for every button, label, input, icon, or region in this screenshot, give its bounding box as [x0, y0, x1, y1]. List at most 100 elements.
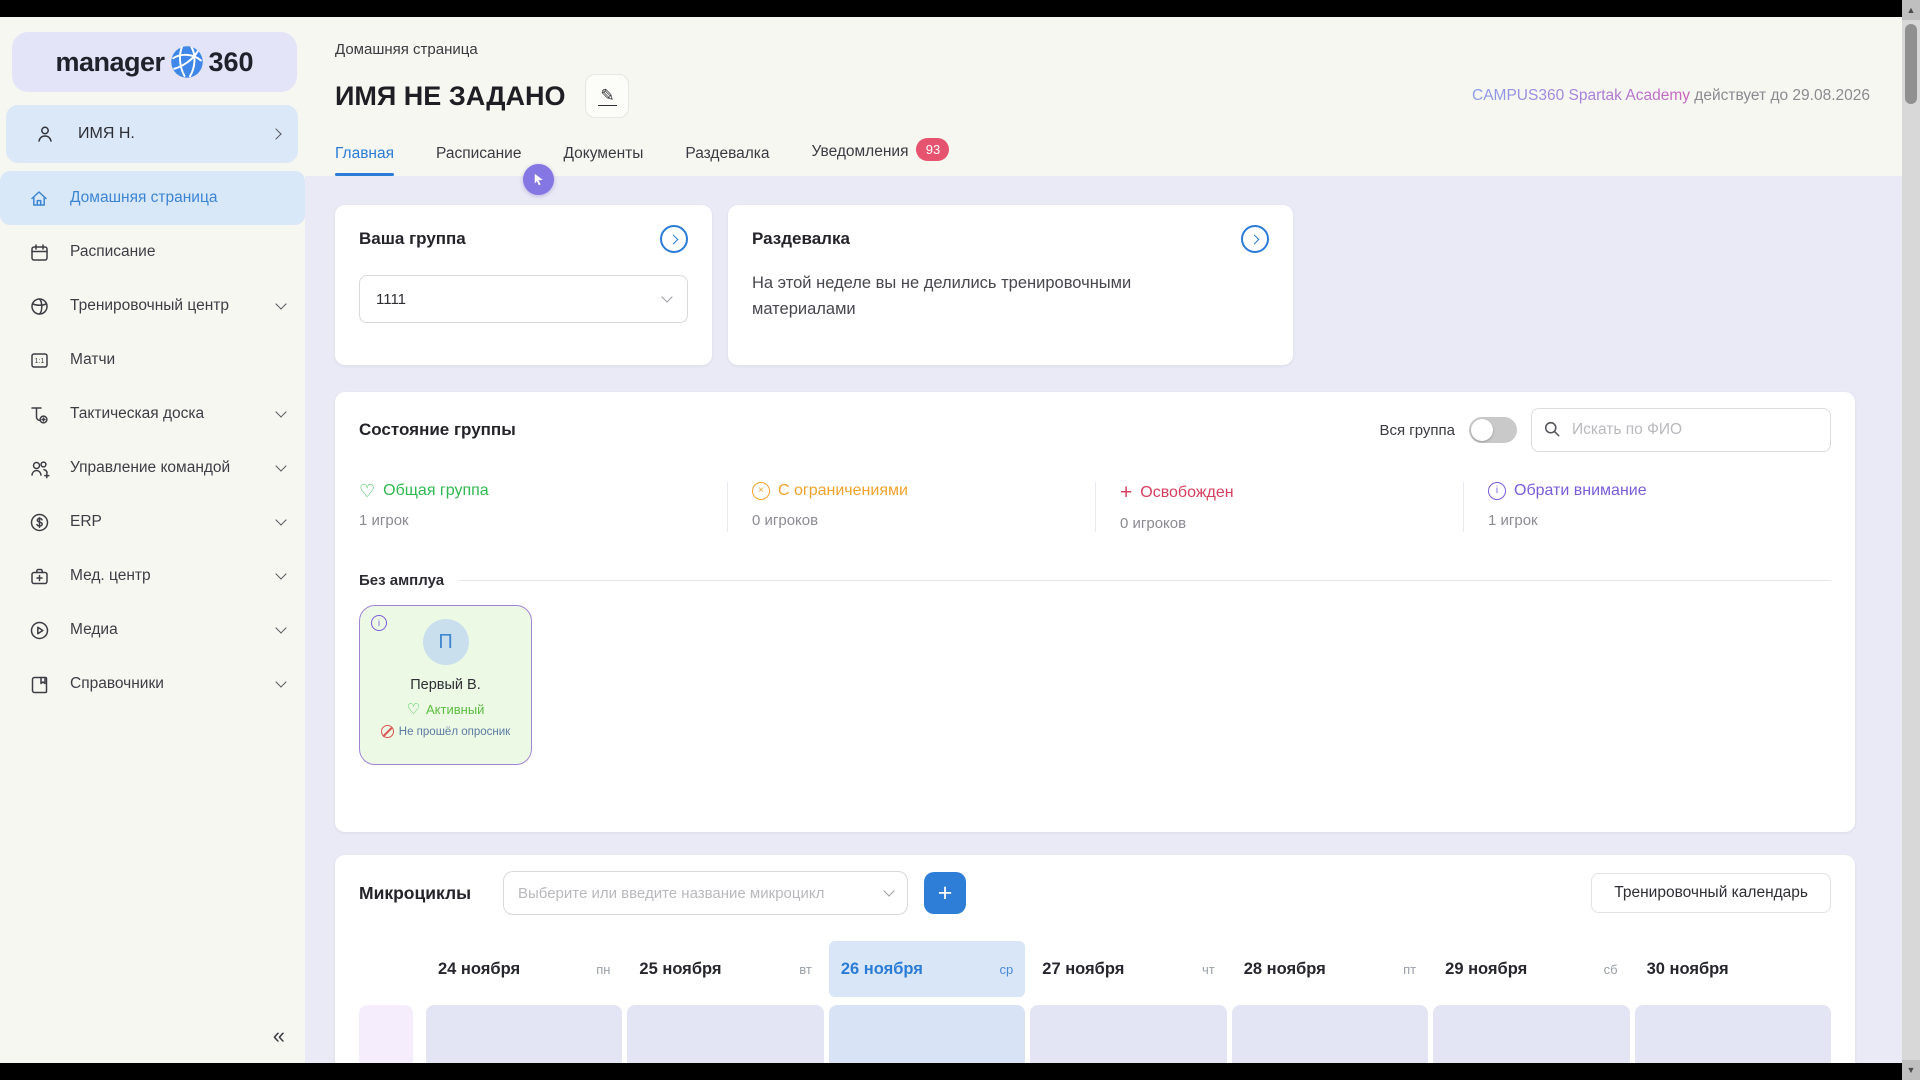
scroll-down-button[interactable]: ▼	[1902, 1060, 1920, 1080]
sidebar-item-home[interactable]: Домашняя страница	[0, 171, 305, 225]
day-cell[interactable]	[1232, 1005, 1428, 1063]
tab-notifications[interactable]: Уведомления 93	[812, 140, 950, 176]
sidebar-item-directories[interactable]: Справочники	[0, 657, 305, 711]
sidebar-item-media[interactable]: Медиа	[0, 603, 305, 657]
logo-text-360: 360	[209, 47, 254, 78]
page-title: ИМЯ НЕ ЗАДАНО	[335, 81, 565, 112]
day-header-today[interactable]: 26 ноябряср	[829, 941, 1025, 997]
day-header[interactable]: 29 ноябрясб	[1433, 941, 1629, 997]
open-locker-room-button[interactable]	[1241, 225, 1269, 253]
toggle-knob	[1471, 419, 1493, 441]
notifications-count-badge: 93	[916, 138, 949, 161]
add-microcycle-button[interactable]: +	[924, 872, 966, 914]
heart-icon: ♡	[407, 702, 420, 717]
group-select[interactable]: 1111	[359, 275, 688, 323]
microcycle-select[interactable]: Выберите или введите название микроцикл	[503, 871, 908, 915]
microcycles-title: Микроциклы	[359, 883, 495, 904]
sidebar-user-profile[interactable]: ИМЯ Н.	[6, 105, 298, 163]
your-group-card: Ваша группа 1111	[335, 205, 712, 365]
no-role-section-header: Без амплуа	[359, 572, 1831, 589]
chevron-down-icon	[661, 291, 672, 302]
status-label: С ограничениями	[778, 482, 908, 500]
status-label: Обрати внимание	[1514, 482, 1647, 500]
sidebar-item-label: Расписание	[70, 243, 285, 261]
heart-icon: ♡	[359, 482, 375, 500]
day-cell[interactable]	[627, 1005, 823, 1063]
sidebar-item-label: Управление командой	[70, 459, 257, 477]
tab-documents[interactable]: Документы	[563, 145, 643, 176]
sidebar-item-label: Справочники	[70, 675, 257, 693]
remote-cursor-indicator	[523, 164, 554, 195]
day-header[interactable]: 27 ноябрячт	[1030, 941, 1226, 997]
group-select-value: 1111	[376, 291, 406, 308]
training-calendar-button[interactable]: Тренировочный календарь	[1591, 873, 1831, 913]
prohibited-icon	[381, 725, 394, 738]
sidebar-item-label: Тренировочный центр	[70, 297, 257, 315]
main-header: Домашняя страница ИМЯ НЕ ЗАДАНО ✎ CAMPUS…	[305, 17, 1902, 176]
sidebar-item-med-center[interactable]: Мед. центр	[0, 549, 305, 603]
day-cell[interactable]	[426, 1005, 622, 1063]
day-header[interactable]: 28 ноябряпт	[1232, 941, 1428, 997]
chevron-down-icon	[275, 622, 286, 633]
group-state-card: Состояние группы Вся группа ♡Об	[335, 392, 1855, 832]
scrollbar-thumb[interactable]	[1905, 24, 1917, 104]
chevron-right-icon	[270, 128, 281, 139]
sidebar-item-team-management[interactable]: Управление командой	[0, 441, 305, 495]
scroll-up-button[interactable]: ▲	[1902, 0, 1920, 20]
search-by-name-input[interactable]	[1531, 408, 1831, 452]
group-state-title: Состояние группы	[359, 420, 516, 440]
day-cell-today[interactable]	[829, 1005, 1025, 1063]
chevron-down-icon	[883, 885, 894, 896]
calendar-icon	[28, 241, 50, 263]
week-header-row: 24 ноябряпн 25 ноябрявт 26 ноябряср 27 н…	[359, 941, 1831, 997]
status-count: 0 игроков	[1120, 515, 1463, 532]
sidebar: manager 360 ИМЯ Н. Домашняя страни	[0, 17, 305, 1063]
sidebar-item-erp[interactable]: ERP	[0, 495, 305, 549]
tab-bar: Главная Расписание Документы Раздевалка …	[335, 140, 1870, 176]
player-avatar: П	[423, 619, 469, 665]
sidebar-item-label: ERP	[70, 513, 257, 531]
day-header[interactable]: 24 ноябряпн	[426, 941, 622, 997]
status-pay-attention: iОбрати внимание 1 игрок	[1463, 482, 1831, 532]
player-card[interactable]: i П Первый В. ♡ Активный Не прошёл опрос…	[359, 605, 532, 765]
sidebar-item-label: Матчи	[70, 351, 285, 369]
status-label: Общая группа	[383, 482, 489, 500]
tab-schedule[interactable]: Расписание	[436, 145, 521, 176]
sidebar-item-matches[interactable]: 1:1 Матчи	[0, 333, 305, 387]
info-icon[interactable]: i	[371, 615, 387, 631]
open-group-button[interactable]	[660, 225, 688, 253]
home-icon	[28, 187, 50, 209]
week-row-spacer	[359, 941, 421, 997]
tab-locker-room[interactable]: Раздевалка	[685, 145, 769, 176]
os-vertical-scrollbar[interactable]: ▲ ▼	[1902, 0, 1920, 1080]
chevron-right-icon	[668, 234, 678, 244]
status-summary-row: ♡Общая группа 1 игрок ×С ограничениями 0…	[359, 482, 1831, 532]
top-cards-row: Ваша группа 1111 Раздевалка	[335, 205, 1855, 365]
status-with-restrictions: ×С ограничениями 0 игроков	[727, 482, 1095, 532]
chevron-down-icon	[275, 298, 286, 309]
book-icon	[28, 673, 50, 695]
sidebar-item-training-center[interactable]: Тренировочный центр	[0, 279, 305, 333]
sidebar-item-schedule[interactable]: Расписание	[0, 225, 305, 279]
pencil-icon: ✎	[598, 87, 616, 106]
svg-text:1:1: 1:1	[35, 358, 45, 365]
whole-group-toggle[interactable]	[1469, 417, 1517, 443]
divider	[458, 580, 1831, 581]
license-expiry: действует до 29.08.2026	[1690, 87, 1870, 104]
chevron-down-icon	[275, 514, 286, 525]
player-status-label: Активный	[426, 702, 484, 717]
day-header[interactable]: 25 ноябрявт	[627, 941, 823, 997]
tactics-board-icon	[28, 403, 50, 425]
day-cell[interactable]	[1030, 1005, 1226, 1063]
edit-name-button[interactable]: ✎	[585, 74, 629, 118]
day-header[interactable]: 30 ноября	[1635, 941, 1831, 997]
screen: ▲ ▼ manager 360 ИМЯ Н.	[0, 0, 1920, 1080]
day-cell[interactable]	[1635, 1005, 1831, 1063]
tab-main[interactable]: Главная	[335, 145, 394, 176]
sidebar-item-label: Тактическая доска	[70, 405, 257, 423]
microcycle-label-cell[interactable]	[359, 1005, 413, 1063]
sidebar-item-label: Мед. центр	[70, 567, 257, 585]
day-cell[interactable]	[1433, 1005, 1629, 1063]
sidebar-item-tactics-board[interactable]: Тактическая доска	[0, 387, 305, 441]
sidebar-collapse-button[interactable]: «	[273, 1023, 285, 1049]
